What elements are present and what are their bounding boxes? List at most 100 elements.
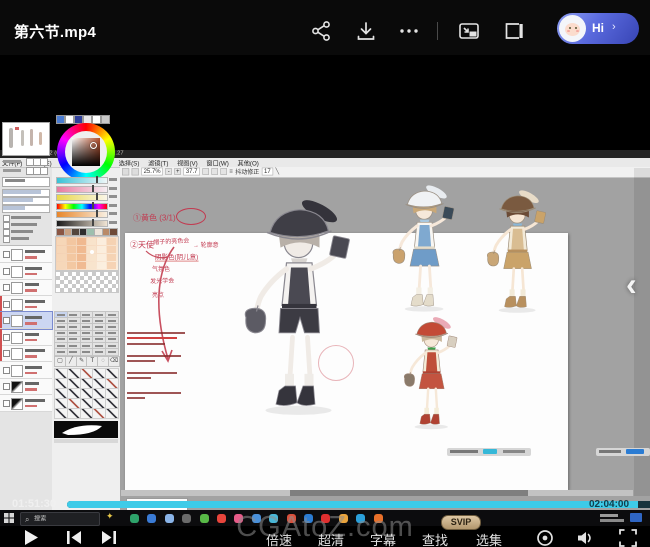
color-slider-track (56, 194, 108, 201)
scratch-swatch (97, 238, 106, 245)
download-icon[interactable] (355, 20, 377, 42)
video-title: 第六节.mp4 (14, 21, 96, 42)
color-swatch (109, 228, 118, 236)
prop-check (3, 229, 10, 236)
color-slider-track (56, 186, 108, 193)
canvas-note-line (127, 332, 185, 334)
layer-visibility-checkbox (3, 350, 10, 357)
record-icon[interactable] (536, 529, 554, 547)
episodes-button[interactable]: 选集 (476, 530, 502, 547)
fullscreen-icon[interactable] (619, 529, 637, 547)
layer-name-blob (25, 366, 42, 369)
canvas-note-line (127, 337, 177, 339)
scratch-swatch (107, 262, 116, 269)
color-slider-track (56, 203, 108, 210)
color-slider-cursor (96, 210, 98, 217)
layer-red-flag (0, 296, 2, 312)
scratch-swatch (97, 246, 106, 253)
brush-name-blob (69, 338, 77, 340)
prop-slider-fill (3, 198, 33, 202)
scratch-swatch (67, 262, 76, 269)
scratch-swatch (67, 246, 76, 253)
user-avatar-pill[interactable]: Hi › (557, 13, 639, 44)
layer-row (0, 362, 52, 379)
brush-name-blob (108, 320, 116, 322)
scratch-swatch (67, 238, 76, 245)
stroke-preview-shape (54, 421, 118, 438)
prop-check (3, 236, 10, 243)
search-in-video-button[interactable]: 查找 (422, 530, 448, 547)
layer-visibility-checkbox (3, 251, 10, 258)
canvas-annotation: ①黄色 (3/1) (133, 211, 176, 223)
stabilizer-value: 17 (262, 168, 273, 176)
overlay-chip (596, 448, 650, 456)
brush-name-blob (82, 351, 90, 353)
brush-name-blob (82, 338, 90, 340)
sv-square (72, 138, 100, 166)
layer-visibility-checkbox (3, 334, 10, 341)
miniplayer-icon[interactable] (503, 20, 525, 42)
layer-thumbnail (11, 249, 23, 261)
scratchpad (55, 236, 119, 271)
quality-button[interactable]: 超清 (318, 530, 344, 547)
scratch-swatch (57, 262, 66, 269)
layer-name-blob (25, 382, 39, 385)
layer-row (0, 263, 52, 280)
brush-name-blob (69, 345, 77, 347)
blend-dropdown-blob (5, 179, 25, 182)
nav-button (40, 167, 48, 175)
scratch-swatch (57, 246, 66, 253)
brush-name-blob (57, 345, 65, 347)
character-variant-red (394, 315, 470, 434)
sv-cursor (90, 142, 97, 149)
previous-icon[interactable] (66, 530, 82, 545)
brush-stroke-cell (105, 408, 119, 419)
play-icon[interactable] (24, 529, 39, 546)
color-panel-tab (65, 115, 74, 124)
stroke-preview (54, 421, 118, 438)
prop-slider-fill (3, 206, 25, 210)
color-slider-cursor (92, 202, 94, 209)
volume-icon[interactable] (576, 529, 595, 547)
color-panel-tab (56, 115, 65, 124)
speed-button[interactable]: 倍速 (266, 530, 292, 547)
chip-text-blob (599, 450, 621, 453)
layer-thumbnail (11, 365, 23, 377)
video-frame[interactable]: PaintTool SAI Ver.2 (64bit) Preview 2021… (0, 55, 650, 495)
layer-thumbnail (11, 282, 23, 294)
transparent-checker (55, 271, 119, 293)
layer-name-blob (25, 316, 42, 319)
brush-panel-footer (54, 439, 118, 443)
sai-menu-item: 滤镜(T) (148, 158, 168, 167)
layer-visibility-checkbox (3, 301, 10, 308)
scratch-swatch (97, 254, 106, 261)
layer-row (0, 395, 52, 412)
angle-value: 37.7 (183, 168, 199, 176)
share-icon[interactable] (311, 20, 333, 42)
canvas-right-shade (634, 168, 650, 510)
layer-name-blob (25, 300, 45, 303)
prop-label-blob (11, 223, 37, 226)
progress-bar[interactable] (67, 501, 650, 508)
scratch-swatch (77, 262, 86, 269)
layer-thumbnail (11, 299, 23, 311)
layer-thumbnail (11, 266, 23, 278)
scratch-swatch (107, 254, 116, 261)
sai-menu-item: 其他(O) (237, 158, 258, 167)
playlist-collapse-chevron[interactable]: ‹ (626, 266, 637, 303)
svip-badge[interactable]: SVIP (441, 515, 481, 530)
prop-label-blob (11, 230, 33, 233)
prop-label-blob (11, 216, 41, 219)
layer-opacity-blob (25, 355, 37, 358)
subtitles-button[interactable]: 字幕 (370, 530, 396, 547)
total-time: 02:04:00 (589, 499, 629, 510)
more-icon[interactable] (398, 20, 420, 42)
brush-name-blob (82, 320, 90, 322)
layer-opacity-blob (25, 306, 37, 309)
pip-icon[interactable] (458, 20, 480, 42)
next-icon[interactable] (101, 530, 117, 545)
overlay-chip (447, 448, 531, 456)
canvas-note-line (127, 355, 181, 357)
avatar-greeting: Hi (592, 21, 604, 35)
character-sketch-main-grayscale (225, 196, 375, 424)
